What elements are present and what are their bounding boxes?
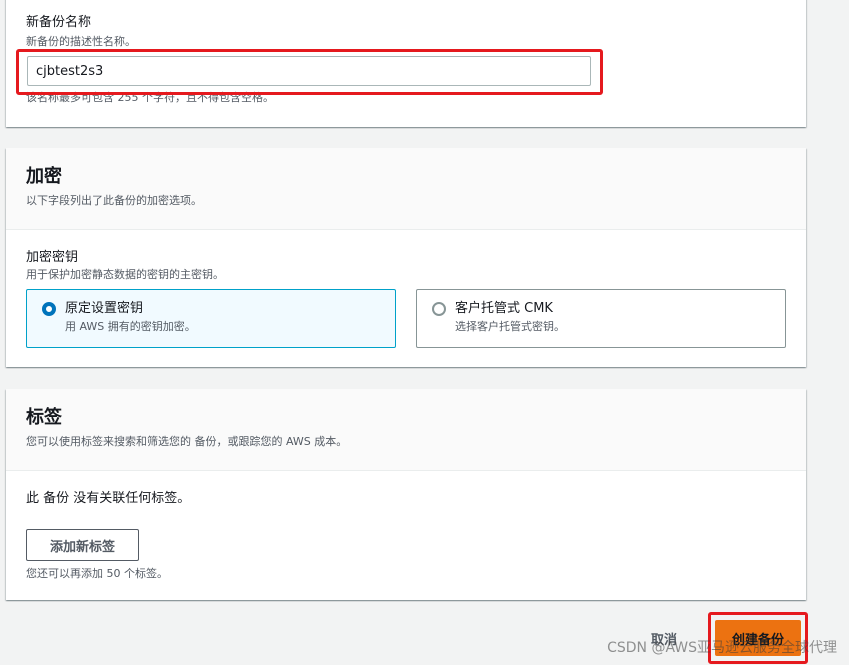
radio-selected-icon[interactable] xyxy=(42,302,56,316)
encryption-title: 加密 xyxy=(26,166,62,187)
encryption-key-label: 加密密钥 xyxy=(26,250,79,265)
tags-title: 标签 xyxy=(26,407,62,428)
radio-unselected-icon[interactable] xyxy=(432,302,446,316)
tile-default-key[interactable]: 原定设置密钥 用 AWS 拥有的密钥加密。 xyxy=(26,289,396,348)
tags-limit-text: 您还可以再添加 50 个标签。 xyxy=(26,567,168,580)
backup-name-constraint: 该名称最多可包含 255 个字符，且不得包含空格。 xyxy=(26,91,274,104)
tile-default-key-description: 用 AWS 拥有的密钥加密。 xyxy=(65,320,196,333)
tile-default-key-title: 原定设置密钥 xyxy=(65,301,144,316)
tags-header: 标签 您可以使用标签来搜索和筛选您的 备份，或跟踪您的 AWS 成本。 xyxy=(6,389,806,471)
encryption-key-description: 用于保护加密静态数据的密钥的主密钥。 xyxy=(26,268,224,281)
tags-description: 您可以使用标签来搜索和筛选您的 备份，或跟踪您的 AWS 成本。 xyxy=(26,435,348,448)
tile-cmk-title: 客户托管式 CMK xyxy=(455,301,553,316)
tile-cmk-description: 选择客户托管式密钥。 xyxy=(455,320,565,333)
encryption-description: 以下字段列出了此备份的加密选项。 xyxy=(26,194,202,207)
backup-name-label: 新备份名称 xyxy=(26,15,92,30)
tags-panel: 标签 您可以使用标签来搜索和筛选您的 备份，或跟踪您的 AWS 成本。 此 备份… xyxy=(6,389,806,600)
backup-name-input[interactable] xyxy=(27,56,591,86)
tags-empty-text: 此 备份 没有关联任何标签。 xyxy=(26,491,191,506)
create-backup-page: 新备份名称 新备份的描述性名称。 该名称最多可包含 255 个字符，且不得包含空… xyxy=(0,0,849,665)
encryption-header: 加密 以下字段列出了此备份的加密选项。 xyxy=(6,148,806,230)
backup-name-panel: 新备份名称 新备份的描述性名称。 该名称最多可包含 255 个字符，且不得包含空… xyxy=(6,0,806,127)
encryption-panel: 加密 以下字段列出了此备份的加密选项。 加密密钥 用于保护加密静态数据的密钥的主… xyxy=(6,148,806,367)
backup-name-description: 新备份的描述性名称。 xyxy=(26,35,136,48)
watermark: CSDN @AWS亚马逊云服务全球代理 xyxy=(607,640,837,656)
add-tag-button[interactable]: 添加新标签 xyxy=(26,529,139,561)
tile-customer-managed-cmk[interactable]: 客户托管式 CMK 选择客户托管式密钥。 xyxy=(416,289,786,348)
